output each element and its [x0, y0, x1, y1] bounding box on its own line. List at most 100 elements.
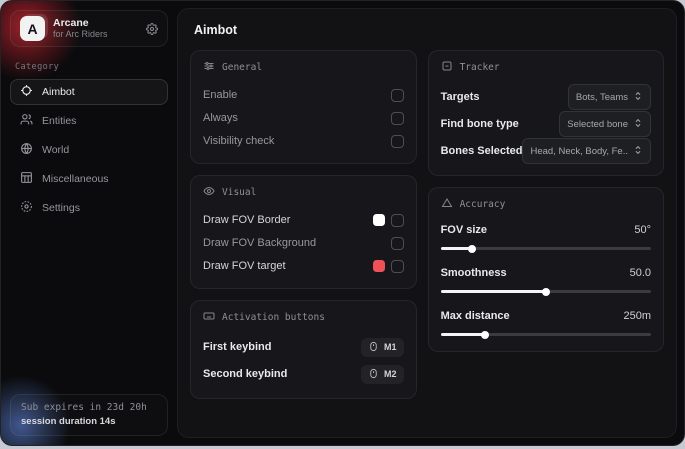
- slider-fill: [441, 290, 546, 293]
- mouse-icon: [368, 341, 379, 354]
- visual-card: Visual Draw FOV Border Draw FOV Backgrou…: [190, 175, 417, 289]
- setting-row-visibility-check: Visibility check: [203, 130, 404, 152]
- right-column: Tracker Targets Bots, Teams Find bone ty…: [428, 50, 664, 363]
- setting-label: Targets: [441, 91, 480, 103]
- max-distance-slider[interactable]: [441, 331, 651, 338]
- setting-label: Find bone type: [441, 118, 519, 130]
- brand-text: Arcane for Arc Riders: [53, 17, 138, 39]
- accuracy-card: Accuracy FOV size 50°: [428, 187, 664, 352]
- bones-selected-dropdown[interactable]: Head, Neck, Body, Fe..: [522, 138, 651, 164]
- sidebar-item-label: Miscellaneous: [42, 173, 109, 185]
- scan-target-icon: [441, 60, 453, 75]
- app-window: A Arcane for Arc Riders Category Aimbot: [0, 0, 685, 446]
- activation-card: Activation buttons First keybind M1 Seco…: [190, 300, 417, 399]
- visibility-check-checkbox[interactable]: [391, 135, 404, 148]
- triangle-icon: [441, 197, 453, 212]
- setting-label: First keybind: [203, 341, 271, 353]
- slider-block-fov-size: FOV size 50°: [441, 221, 651, 252]
- setting-label: Visibility check: [203, 135, 274, 147]
- setting-label: Second keybind: [203, 368, 287, 380]
- sidebar-item-world[interactable]: World: [10, 137, 168, 163]
- dropdown-value: Head, Neck, Body, Fe..: [530, 146, 628, 157]
- sidebar-item-label: Aimbot: [42, 86, 75, 98]
- smoothness-slider[interactable]: [441, 288, 651, 295]
- eye-icon: [203, 185, 215, 200]
- setting-label: FOV size: [441, 224, 487, 236]
- crosshair-icon: [20, 84, 33, 100]
- keybind-value: M1: [384, 342, 397, 352]
- setting-row-targets: Targets Bots, Teams: [441, 84, 651, 110]
- users-icon: [20, 113, 33, 129]
- setting-row-enable: Enable: [203, 84, 404, 106]
- slider-value: 50.0: [630, 267, 651, 279]
- color-swatch[interactable]: [373, 260, 385, 272]
- card-title-label: Tracker: [460, 62, 500, 73]
- brand-title: Arcane: [53, 17, 138, 29]
- slider-value: 50°: [634, 224, 651, 236]
- general-card-header: General: [203, 60, 404, 75]
- setting-row-fov-background: Draw FOV Background: [203, 232, 404, 254]
- color-swatch[interactable]: [373, 214, 385, 226]
- chevrons-up-down-icon: [633, 142, 643, 160]
- setting-label: Always: [203, 112, 238, 124]
- dropdown-value: Selected bone: [567, 119, 628, 130]
- first-keybind-button[interactable]: M1: [361, 338, 404, 357]
- second-keybind-button[interactable]: M2: [361, 365, 404, 384]
- card-title-label: Accuracy: [460, 199, 506, 210]
- setting-label: Bones Selected: [441, 145, 523, 157]
- setting-row-first-keybind: First keybind M1: [203, 334, 404, 360]
- gear-icon: [20, 200, 33, 216]
- brand-card: A Arcane for Arc Riders: [10, 10, 168, 47]
- setting-label: Draw FOV Background: [203, 237, 316, 249]
- sub-expires-text: Sub expires in 23d 20h: [21, 402, 157, 413]
- session-duration-text: session duration 14s: [21, 416, 157, 427]
- visual-card-header: Visual: [203, 185, 404, 200]
- page-title: Aimbot: [194, 23, 664, 37]
- left-column: General Enable Always Visibility check: [190, 50, 417, 410]
- brand-logo: A: [20, 16, 45, 41]
- chevrons-up-down-icon: [633, 88, 643, 106]
- slider-fill: [441, 333, 485, 336]
- fov-size-slider[interactable]: [441, 245, 651, 252]
- sliders-icon: [203, 60, 215, 75]
- sidebar-item-label: Entities: [42, 115, 76, 127]
- sidebar: A Arcane for Arc Riders Category Aimbot: [1, 1, 177, 445]
- fov-background-checkbox[interactable]: [391, 237, 404, 250]
- category-label: Category: [15, 62, 163, 72]
- sidebar-item-settings[interactable]: Settings: [10, 195, 168, 221]
- fov-border-checkbox[interactable]: [391, 214, 404, 227]
- slider-block-smoothness: Smoothness 50.0: [441, 264, 651, 295]
- general-card: General Enable Always Visibility check: [190, 50, 417, 164]
- setting-label: Draw FOV Border: [203, 214, 290, 226]
- enable-checkbox[interactable]: [391, 89, 404, 102]
- card-title-label: Visual: [222, 187, 256, 198]
- sidebar-item-entities[interactable]: Entities: [10, 108, 168, 134]
- sidebar-item-aimbot[interactable]: Aimbot: [10, 79, 168, 105]
- chevrons-up-down-icon: [633, 115, 643, 133]
- setting-label: Max distance: [441, 310, 510, 322]
- accuracy-card-header: Accuracy: [441, 197, 651, 212]
- always-checkbox[interactable]: [391, 112, 404, 125]
- tracker-card-header: Tracker: [441, 60, 651, 75]
- card-title-label: General: [222, 62, 262, 73]
- fov-target-checkbox[interactable]: [391, 260, 404, 273]
- subscription-card: Sub expires in 23d 20h session duration …: [10, 394, 168, 436]
- sidebar-item-miscellaneous[interactable]: Miscellaneous: [10, 166, 168, 192]
- setting-row-fov-target: Draw FOV target: [203, 255, 404, 277]
- slider-thumb[interactable]: [468, 245, 476, 253]
- slider-thumb[interactable]: [481, 331, 489, 339]
- setting-row-fov-border: Draw FOV Border: [203, 209, 404, 231]
- brand-subtitle: for Arc Riders: [53, 29, 138, 39]
- setting-label: Smoothness: [441, 267, 507, 279]
- slider-value: 250m: [623, 310, 651, 322]
- gear-icon[interactable]: [146, 23, 158, 35]
- card-title-label: Activation buttons: [222, 312, 325, 323]
- find-bone-type-dropdown[interactable]: Selected bone: [559, 111, 651, 137]
- grid-icon: [20, 171, 33, 187]
- slider-block-max-distance: Max distance 250m: [441, 307, 651, 338]
- setting-row-find-bone-type: Find bone type Selected bone: [441, 111, 651, 137]
- sidebar-item-label: World: [42, 144, 69, 156]
- targets-dropdown[interactable]: Bots, Teams: [568, 84, 651, 110]
- slider-thumb[interactable]: [542, 288, 550, 296]
- keyboard-icon: [203, 310, 215, 325]
